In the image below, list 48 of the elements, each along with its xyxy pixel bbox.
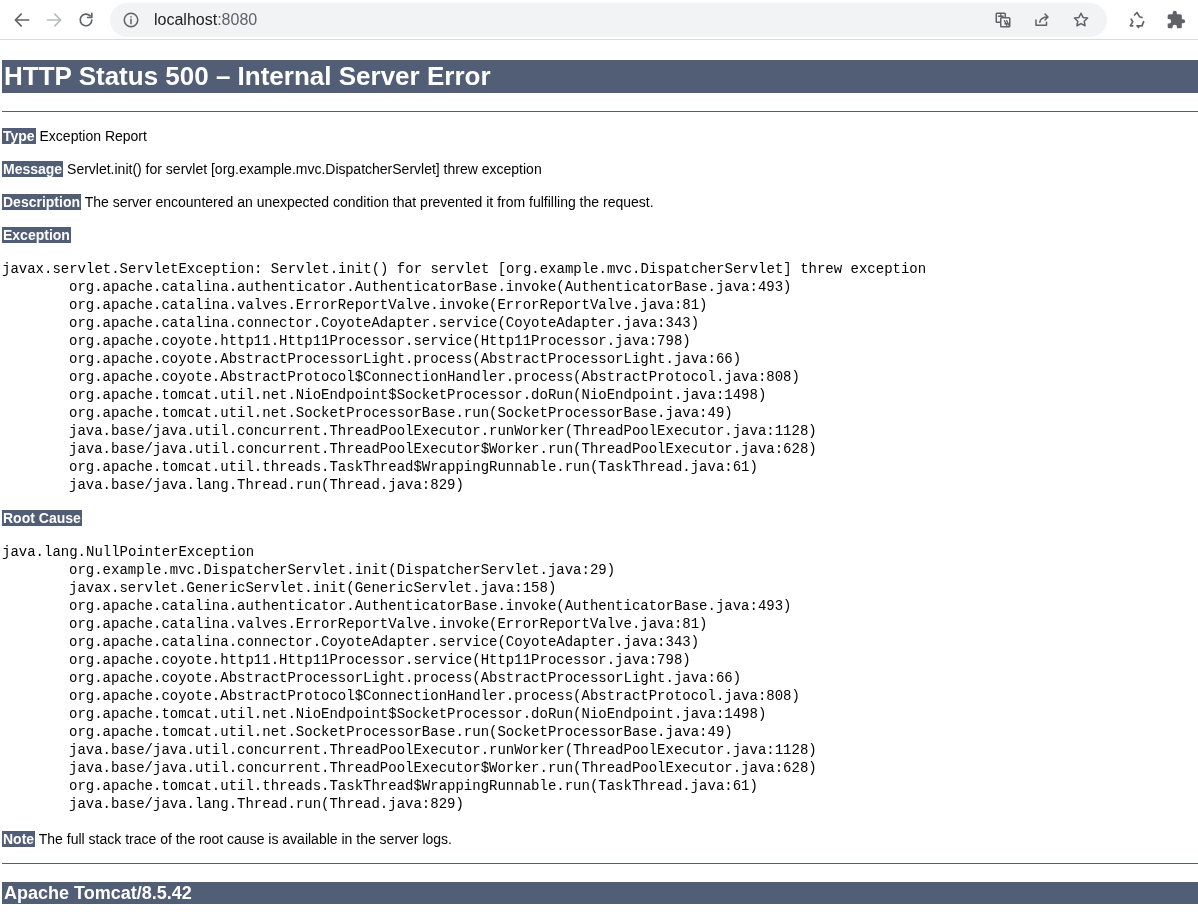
stack-frame: java.base/java.util.concurrent.ThreadPoolExecutor$Worker.run(ThreadPoolExecutor.java:628) bbox=[69, 441, 817, 457]
stack-frame: org.apache.tomcat.util.threads.TaskThread$WrappingRunnable.run(TaskThread.java:61) bbox=[69, 778, 758, 794]
puzzle-icon bbox=[1166, 9, 1186, 30]
stack-frame: javax.servlet.GenericServlet.init(GenericServlet.java:158) bbox=[69, 580, 557, 596]
section-label: Root Cause bbox=[2, 510, 82, 526]
stack-frame: java.base/java.util.concurrent.ThreadPoolExecutor$Worker.run(ThreadPoolExecutor.java:628) bbox=[69, 760, 817, 776]
field-value: Servlet.init() for servlet [org.example.mvc.DispatcherServlet] threw exception bbox=[66, 161, 542, 177]
field-value: The server encountered an unexpected condition that prevented it from fulfilling the request. bbox=[83, 194, 654, 210]
stack-frame: org.apache.tomcat.util.net.NioEndpoint$SocketProcessor.doRun(NioEndpoint.java:1498) bbox=[69, 387, 767, 403]
page-heading: HTTP Status 500 – Internal Server Error bbox=[2, 60, 1198, 93]
address-bar[interactable]: localhost:8080 bbox=[110, 2, 1107, 37]
field-value: Exception Report bbox=[38, 128, 147, 144]
exception-line: javax.servlet.ServletException: Servlet.init() for servlet [org.example.mvc.DispatcherServlet] threw exception bbox=[2, 260, 927, 278]
translate-icon bbox=[994, 10, 1012, 29]
stack-frame: org.apache.coyote.AbstractProtocol$ConnectionHandler.process(AbstractProtocol.java:808) bbox=[69, 688, 800, 704]
info-icon bbox=[122, 10, 140, 29]
field-value: The full stack trace of the root cause is available in the server logs. bbox=[37, 831, 452, 847]
recycle-icon bbox=[1127, 9, 1147, 30]
stack-frame: org.apache.coyote.AbstractProtocol$ConnectionHandler.process(AbstractProtocol.java:808) bbox=[69, 369, 800, 385]
stack-frame: org.example.mvc.DispatcherServlet.init(DispatcherServlet.java:29) bbox=[69, 562, 616, 578]
stack-frame: org.apache.catalina.authenticator.AuthenticatorBase.invoke(AuthenticatorBase.java:493) bbox=[69, 279, 792, 295]
field-label: Description bbox=[2, 194, 81, 210]
stack-frame: org.apache.coyote.AbstractProcessorLight.process(AbstractProcessorLight.java:66) bbox=[69, 351, 742, 367]
stack-frame: org.apache.catalina.connector.CoyoteAdapter.service(CoyoteAdapter.java:343) bbox=[69, 315, 700, 331]
stack-frame: java.base/java.lang.Thread.run(Thread.java:829) bbox=[69, 796, 464, 812]
star-icon bbox=[1072, 10, 1090, 29]
stack-frame: org.apache.catalina.valves.ErrorReportValve.invoke(ErrorReportValve.java:81) bbox=[69, 297, 708, 313]
stack-frame: org.apache.coyote.AbstractProcessorLight.process(AbstractProcessorLight.java:66) bbox=[69, 670, 742, 686]
field-label: Message bbox=[2, 161, 64, 177]
stack-frame: java.base/java.util.concurrent.ThreadPoolExecutor.runWorker(ThreadPoolExecutor.java:1128) bbox=[69, 423, 817, 439]
stack-frame: org.apache.catalina.valves.ErrorReportValve.invoke(ErrorReportValve.java:81) bbox=[69, 616, 708, 632]
share-icon bbox=[1033, 10, 1051, 29]
stack-frame: org.apache.coyote.http11.Http11Processor.service(Http11Processor.java:798) bbox=[69, 652, 691, 668]
stack-frame: org.apache.catalina.authenticator.AuthenticatorBase.invoke(AuthenticatorBase.java:493) bbox=[69, 598, 792, 614]
exception-line: java.lang.NullPointerException bbox=[2, 543, 255, 561]
stack-frame: org.apache.coyote.http11.Http11Processor.service(Http11Processor.java:798) bbox=[69, 333, 691, 349]
stack-frame: org.apache.tomcat.util.net.SocketProcessorBase.run(SocketProcessorBase.java:49) bbox=[69, 405, 733, 421]
stack-frame: java.base/java.lang.Thread.run(Thread.java:829) bbox=[69, 477, 464, 493]
field-label: Type bbox=[2, 128, 36, 144]
stack-frame: org.apache.tomcat.util.net.SocketProcessorBase.run(SocketProcessorBase.java:49) bbox=[69, 724, 733, 740]
field-label: Note bbox=[2, 831, 36, 847]
url-text: localhost:8080 bbox=[154, 9, 258, 30]
stack-frame: java.base/java.util.concurrent.ThreadPoolExecutor.runWorker(ThreadPoolExecutor.java:1128) bbox=[69, 742, 817, 758]
footer-heading: Apache Tomcat/8.5.42 bbox=[2, 882, 1198, 904]
section-label: Exception bbox=[2, 227, 71, 243]
stack-frame: org.apache.tomcat.util.threads.TaskThread$WrappingRunnable.run(TaskThread.java:61) bbox=[69, 459, 758, 475]
stack-frame: org.apache.tomcat.util.net.NioEndpoint$SocketProcessor.doRun(NioEndpoint.java:1498) bbox=[69, 706, 767, 722]
stack-frame: org.apache.catalina.connector.CoyoteAdapter.service(CoyoteAdapter.java:343) bbox=[69, 634, 700, 650]
